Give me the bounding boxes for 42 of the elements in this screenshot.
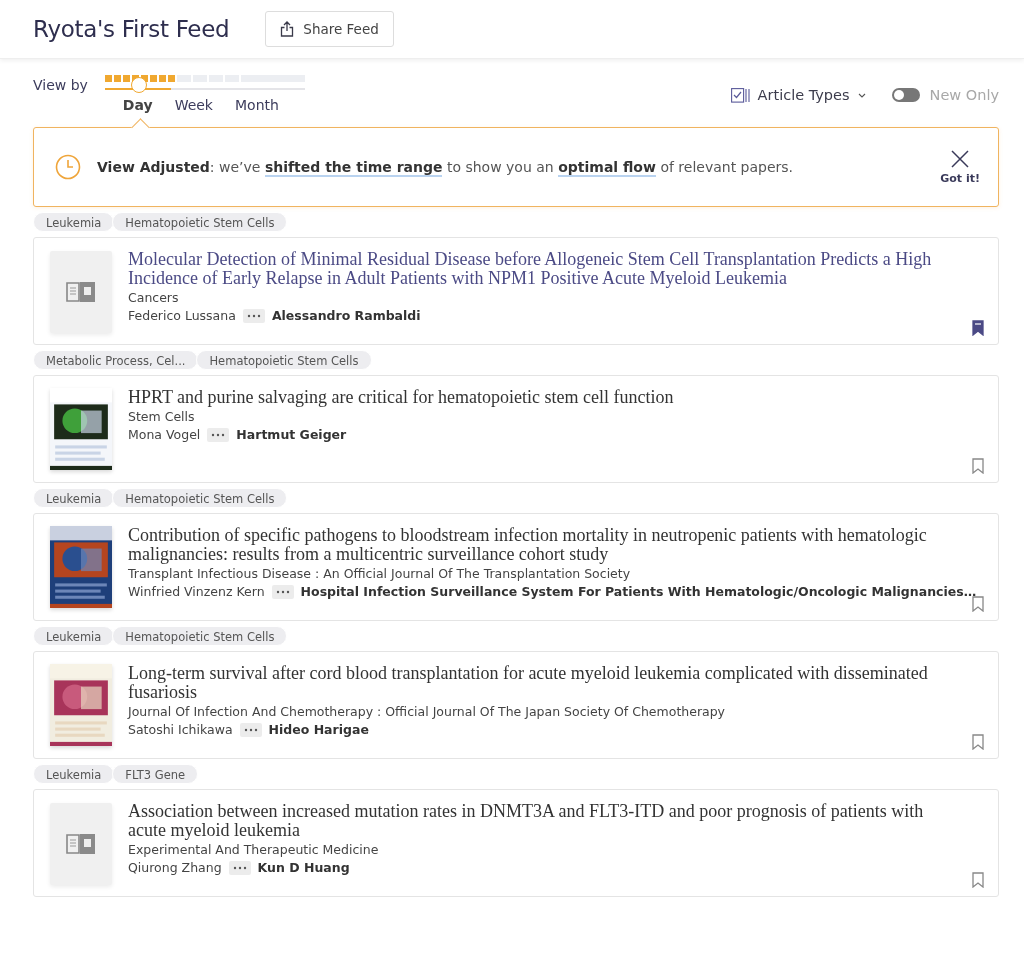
topic-tag[interactable]: Leukemia (33, 212, 115, 232)
journal-name: Experimental And Therapeutic Medicine (128, 841, 380, 859)
topic-tag[interactable]: Metabolic Process, Cel... (33, 350, 199, 370)
last-author: Kun D Huang (257, 859, 350, 877)
first-author: Federico Lussana (128, 307, 236, 325)
first-author: Mona Vogel (128, 426, 201, 444)
journal-name: Journal Of Infection And Chemotherapy : Official Journal Of The Japan Society Of Chemotherapy (128, 703, 727, 721)
first-author: Winfried Vinzenz Kern (128, 583, 265, 601)
last-author: Hospital Infection Surveillance System For Patients With Hematologic/Oncologic Malignancies… (300, 583, 977, 601)
topic-tag[interactable]: Hematopoietic Stem Cells (196, 350, 372, 370)
range-tab[interactable]: Week (174, 97, 213, 113)
journal-name: Transplant Infectious Disease : An Official Journal Of The Transplantation Society (128, 565, 632, 583)
feed-title: Ryota's First Feed (33, 16, 230, 42)
journal-name: Stem Cells (128, 408, 196, 426)
article-title[interactable]: Association between increased mutation rates in DNMT3A and FLT3-ITD and poor prognosis of patients with acute myeloid leukemia (128, 802, 958, 840)
article-title[interactable]: HPRT and purine salvaging are critical for hematopoietic stem cell function (128, 388, 958, 407)
share-feed-button[interactable]: Share Feed (265, 11, 394, 47)
article-title[interactable]: Molecular Detection of Minimal Residual Disease before Allogeneic Stem Cell Transplantation Predicts a High Incidence of Early Relapse in Adult Patients with NPM1 Positive Acute Myeloid Leukemia (128, 250, 958, 288)
last-author: Hartmut Geiger (236, 426, 347, 444)
article-card[interactable]: HPRT and purine salvaging are critical for hematopoietic stem cell function Stem Cells Mona Vogel Hartmut Geiger (33, 375, 999, 483)
topic-tag[interactable]: FLT3 Gene (112, 764, 199, 784)
topic-tag[interactable]: Hematopoietic Stem Cells (112, 212, 288, 232)
article-types-dropdown[interactable]: Article Types (730, 87, 866, 103)
view-by-label: View by (33, 77, 88, 95)
topic-tag[interactable]: Hematopoietic Stem Cells (112, 488, 288, 508)
range-tab[interactable]: Day (122, 97, 153, 113)
journal-name: Cancers (128, 289, 180, 307)
topic-tag[interactable]: Hematopoietic Stem Cells (112, 626, 288, 646)
first-author: Qiurong Zhang (128, 859, 222, 877)
last-author: Hideo Harigae (268, 721, 369, 739)
got-it-button[interactable]: Got it! (940, 149, 980, 185)
range-tab[interactable]: Month (235, 97, 279, 113)
new-only-label: New Only (929, 87, 999, 103)
notice-message: View Adjusted: we’ve shifted the time range to show you an optimal flow of relevant papers. (97, 159, 795, 175)
article-title[interactable]: Long-term survival after cord blood transplantation for acute myeloid leukemia complicated with disseminated fusariosis (128, 664, 958, 702)
topic-tag[interactable]: Leukemia (33, 626, 115, 646)
topic-tag[interactable]: Leukemia (33, 488, 115, 508)
last-author: Alessandro Rambaldi (271, 307, 421, 325)
article-title[interactable]: Contribution of specific pathogens to bloodstream infection mortality in neutropenic patients with hematologic malignancies: results from a multicentric surveillance cohort study (128, 526, 958, 564)
first-author: Satoshi Ichikawa (128, 721, 233, 739)
topic-tag[interactable]: Leukemia (33, 764, 115, 784)
article-card[interactable]: Association between increased mutation rates in DNMT3A and FLT3-ITD and poor prognosis of patients with acute myeloid leukemia Experimental And Therapeutic Medicine Qiurong Zhang Kun D Huang (33, 789, 999, 897)
